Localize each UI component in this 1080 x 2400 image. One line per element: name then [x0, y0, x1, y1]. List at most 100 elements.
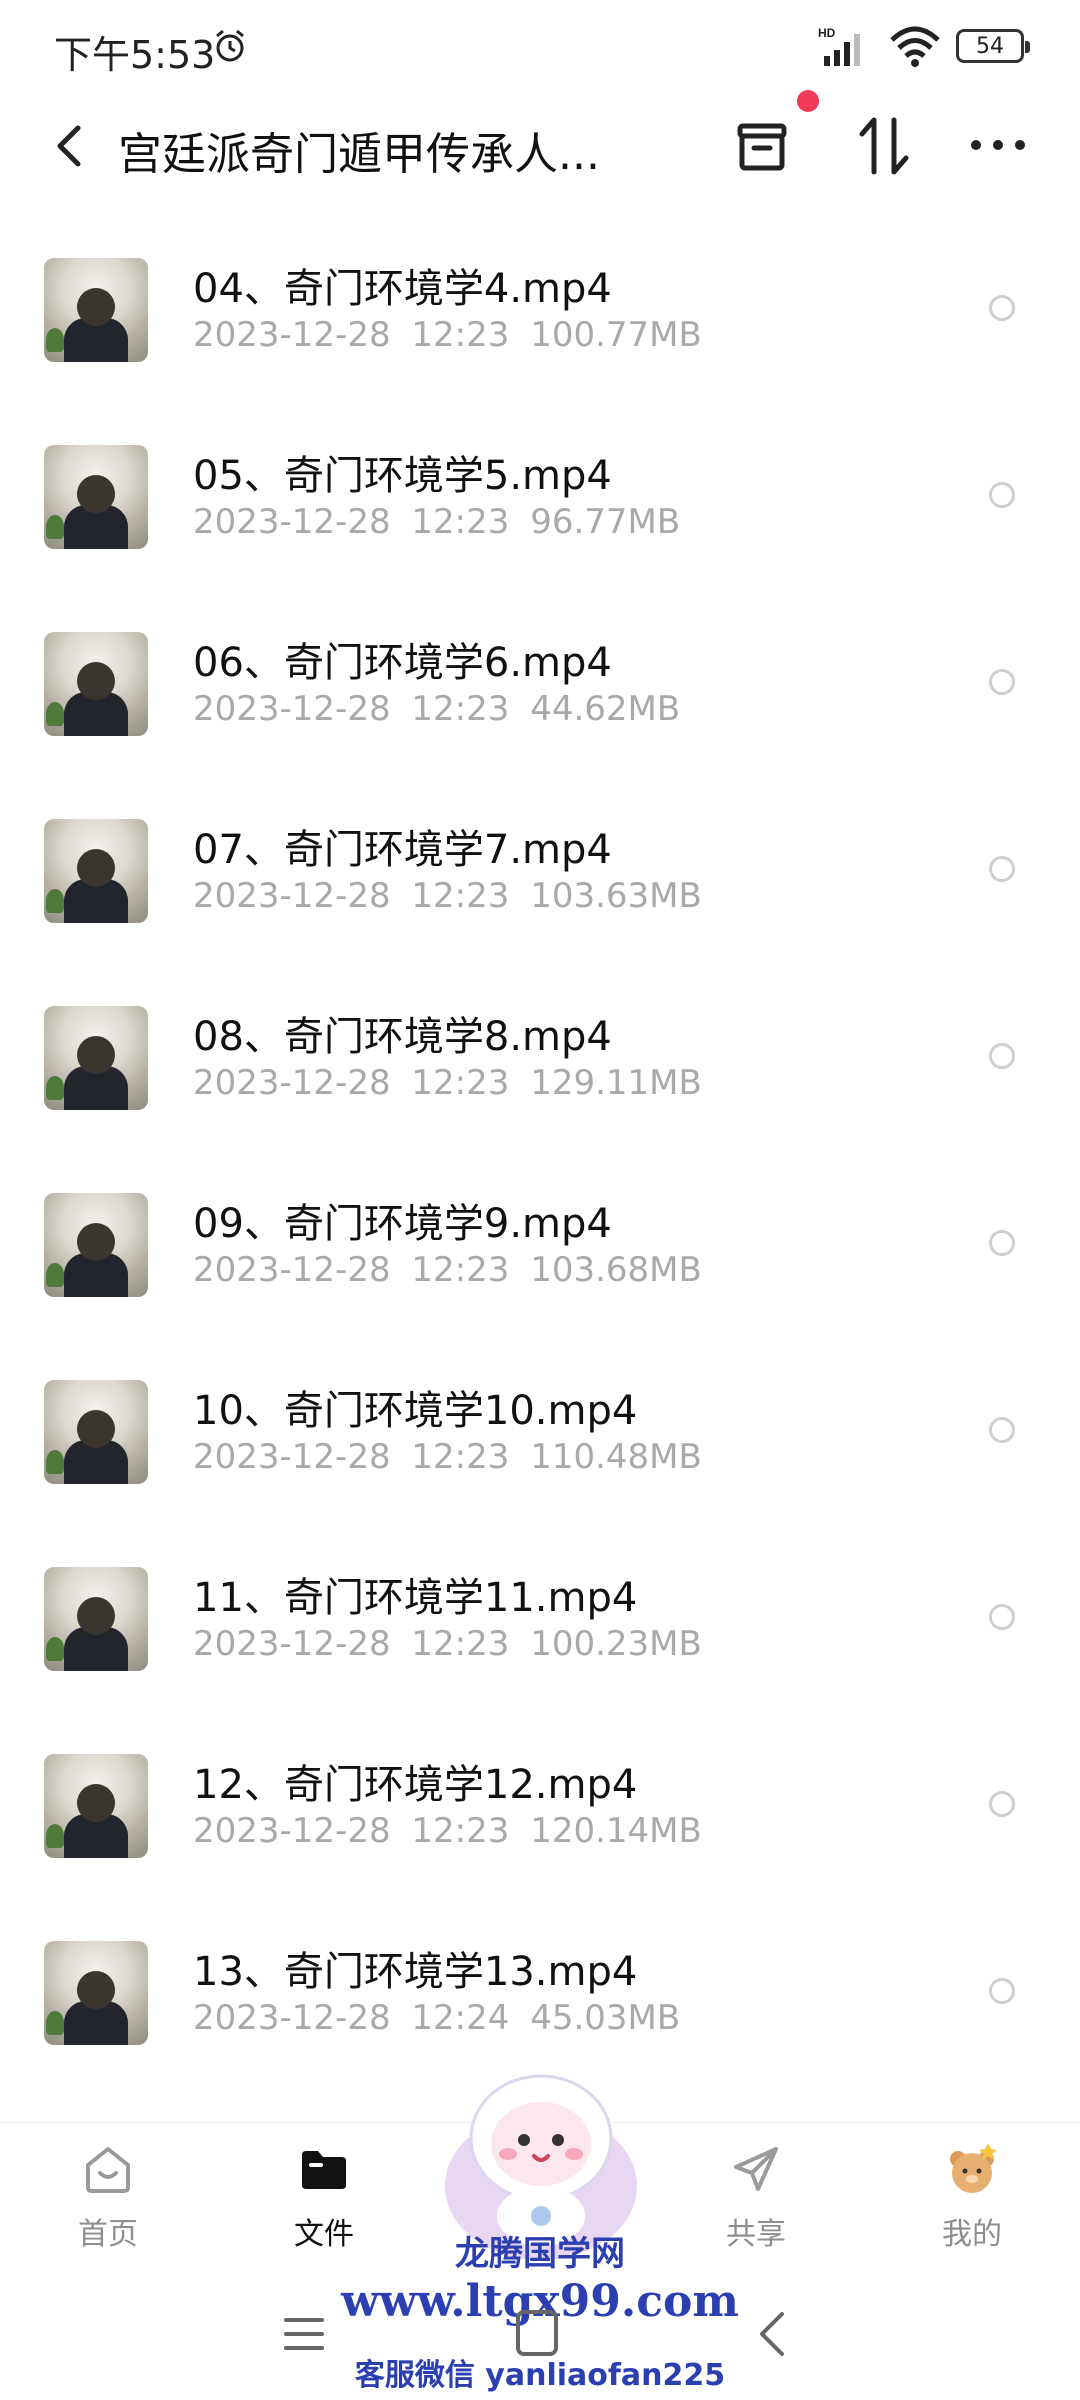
video-thumbnail — [44, 445, 148, 549]
home-icon — [86, 2147, 130, 2193]
file-time: 12:23 — [411, 876, 510, 916]
file-row[interactable]: 13、奇门环境学13.mp4 2023-12-28 12:24 45.03MB — [0, 1881, 1080, 2068]
file-size: 100.23MB — [530, 1624, 702, 1664]
file-meta: 2023-12-28 12:23 103.63MB — [193, 876, 702, 916]
file-date: 2023-12-28 — [193, 1063, 391, 1103]
file-meta: 2023-12-28 12:23 100.23MB — [193, 1624, 702, 1664]
file-name: 07、奇门环境学7.mp4 — [193, 827, 612, 873]
folder-icon — [302, 2151, 346, 2189]
file-date: 2023-12-28 — [193, 1624, 391, 1664]
file-meta: 2023-12-28 12:23 103.68MB — [193, 1250, 702, 1290]
sort-icon[interactable] — [854, 114, 914, 178]
file-size: 45.03MB — [530, 1998, 681, 2038]
file-name: 10、奇门环境学10.mp4 — [193, 1388, 638, 1434]
system-menu-icon[interactable] — [282, 2312, 326, 2356]
file-time: 12:23 — [411, 1624, 510, 1664]
file-row[interactable]: 05、奇门环境学5.mp4 2023-12-28 12:23 96.77MB — [0, 385, 1080, 572]
file-row[interactable]: 07、奇门环境学7.mp4 2023-12-28 12:23 103.63MB — [0, 759, 1080, 946]
file-date: 2023-12-28 — [193, 502, 391, 542]
video-thumbnail — [44, 1567, 148, 1671]
page-title: 宫廷派奇门遁甲传承人... — [118, 129, 600, 180]
video-thumbnail — [44, 1941, 148, 2045]
file-meta: 2023-12-28 12:23 110.48MB — [193, 1437, 702, 1477]
video-thumbnail — [44, 632, 148, 736]
file-meta: 2023-12-28 12:24 45.03MB — [193, 1998, 680, 2038]
video-thumbnail — [44, 1006, 148, 1110]
file-size: 100.77MB — [530, 315, 702, 355]
file-time: 12:23 — [411, 502, 510, 542]
select-checkbox[interactable] — [989, 856, 1015, 882]
file-date: 2023-12-28 — [193, 1998, 391, 2038]
file-size: 44.62MB — [530, 689, 681, 729]
file-name: 13、奇门环境学13.mp4 — [193, 1949, 638, 1995]
select-checkbox[interactable] — [989, 1417, 1015, 1443]
file-name: 09、奇门环境学9.mp4 — [193, 1201, 612, 1247]
file-size: 103.63MB — [530, 876, 702, 916]
share-icon — [734, 2147, 778, 2191]
network-type-label: HD — [818, 26, 836, 40]
file-name: 05、奇门环境学5.mp4 — [193, 453, 612, 499]
file-time: 12:24 — [411, 1998, 510, 2038]
top-bar: 宫廷派奇门遁甲传承人... — [0, 90, 1080, 196]
video-thumbnail — [44, 258, 148, 362]
file-meta: 2023-12-28 12:23 96.77MB — [193, 502, 680, 542]
video-thumbnail — [44, 1380, 148, 1484]
file-time: 12:23 — [411, 1437, 510, 1477]
file-size: 103.68MB — [530, 1250, 702, 1290]
file-size: 120.14MB — [530, 1811, 702, 1851]
video-thumbnail — [44, 1754, 148, 1858]
select-checkbox[interactable] — [989, 295, 1015, 321]
watermark-site-name: 龙腾国学网 — [455, 2234, 625, 2274]
status-time: 下午5:53 — [54, 33, 216, 77]
file-name: 08、奇门环境学8.mp4 — [193, 1014, 612, 1060]
file-row[interactable]: 12、奇门环境学12.mp4 2023-12-28 12:23 120.14MB — [0, 1694, 1080, 1881]
more-options-icon[interactable] — [968, 132, 1028, 158]
cellular-signal-icon: HD — [818, 26, 860, 66]
file-date: 2023-12-28 — [193, 1811, 391, 1851]
file-time: 12:23 — [411, 1250, 510, 1290]
file-row[interactable]: 11、奇门环境学11.mp4 2023-12-28 12:23 100.23MB — [0, 1507, 1080, 1694]
file-meta: 2023-12-28 12:23 44.62MB — [193, 689, 680, 729]
file-date: 2023-12-28 — [193, 315, 391, 355]
select-checkbox[interactable] — [989, 1604, 1015, 1630]
file-name: 04、奇门环境学4.mp4 — [193, 266, 612, 312]
alarm-clock-icon — [216, 29, 244, 62]
file-time: 12:23 — [411, 1063, 510, 1103]
file-size: 129.11MB — [530, 1063, 702, 1103]
file-name: 06、奇门环境学6.mp4 — [193, 640, 612, 686]
file-name: 12、奇门环境学12.mp4 — [193, 1762, 638, 1808]
select-checkbox[interactable] — [989, 1791, 1015, 1817]
file-row[interactable]: 09、奇门环境学9.mp4 2023-12-28 12:23 103.68MB — [0, 1133, 1080, 1320]
profile-bear-icon — [950, 2143, 997, 2193]
file-date: 2023-12-28 — [193, 689, 391, 729]
back-arrow-icon[interactable] — [44, 118, 96, 174]
file-size: 96.77MB — [530, 502, 681, 542]
file-row[interactable]: 08、奇门环境学8.mp4 2023-12-28 12:23 129.11MB — [0, 946, 1080, 1133]
status-bar: 下午5:53 HD 54 — [0, 0, 1080, 96]
file-size: 110.48MB — [530, 1437, 702, 1477]
select-checkbox[interactable] — [989, 669, 1015, 695]
file-date: 2023-12-28 — [193, 1437, 391, 1477]
file-list: 04、奇门环境学4.mp4 2023-12-28 12:23 100.77MB … — [0, 198, 1080, 2068]
file-time: 12:23 — [411, 689, 510, 729]
file-date: 2023-12-28 — [193, 1250, 391, 1290]
wifi-icon — [890, 26, 940, 67]
file-row[interactable]: 04、奇门环境学4.mp4 2023-12-28 12:23 100.77MB — [0, 198, 1080, 385]
file-row[interactable]: 10、奇门环境学10.mp4 2023-12-28 12:23 110.48MB — [0, 1320, 1080, 1507]
notification-dot — [797, 90, 819, 112]
select-checkbox[interactable] — [989, 1043, 1015, 1069]
battery-indicator: 54 — [956, 29, 1030, 63]
file-row[interactable]: 06、奇门环境学6.mp4 2023-12-28 12:23 44.62MB — [0, 572, 1080, 759]
file-name: 11、奇门环境学11.mp4 — [193, 1575, 638, 1621]
system-back-icon[interactable] — [752, 2308, 792, 2360]
video-thumbnail — [44, 1193, 148, 1297]
video-thumbnail — [44, 819, 148, 923]
select-checkbox[interactable] — [989, 1230, 1015, 1256]
file-meta: 2023-12-28 12:23 100.77MB — [193, 315, 702, 355]
select-checkbox[interactable] — [989, 1978, 1015, 2004]
select-checkbox[interactable] — [989, 482, 1015, 508]
battery-level: 54 — [976, 33, 1004, 59]
system-home-icon[interactable] — [514, 2308, 560, 2358]
transfer-box-icon[interactable] — [732, 116, 792, 176]
file-meta: 2023-12-28 12:23 129.11MB — [193, 1063, 702, 1103]
